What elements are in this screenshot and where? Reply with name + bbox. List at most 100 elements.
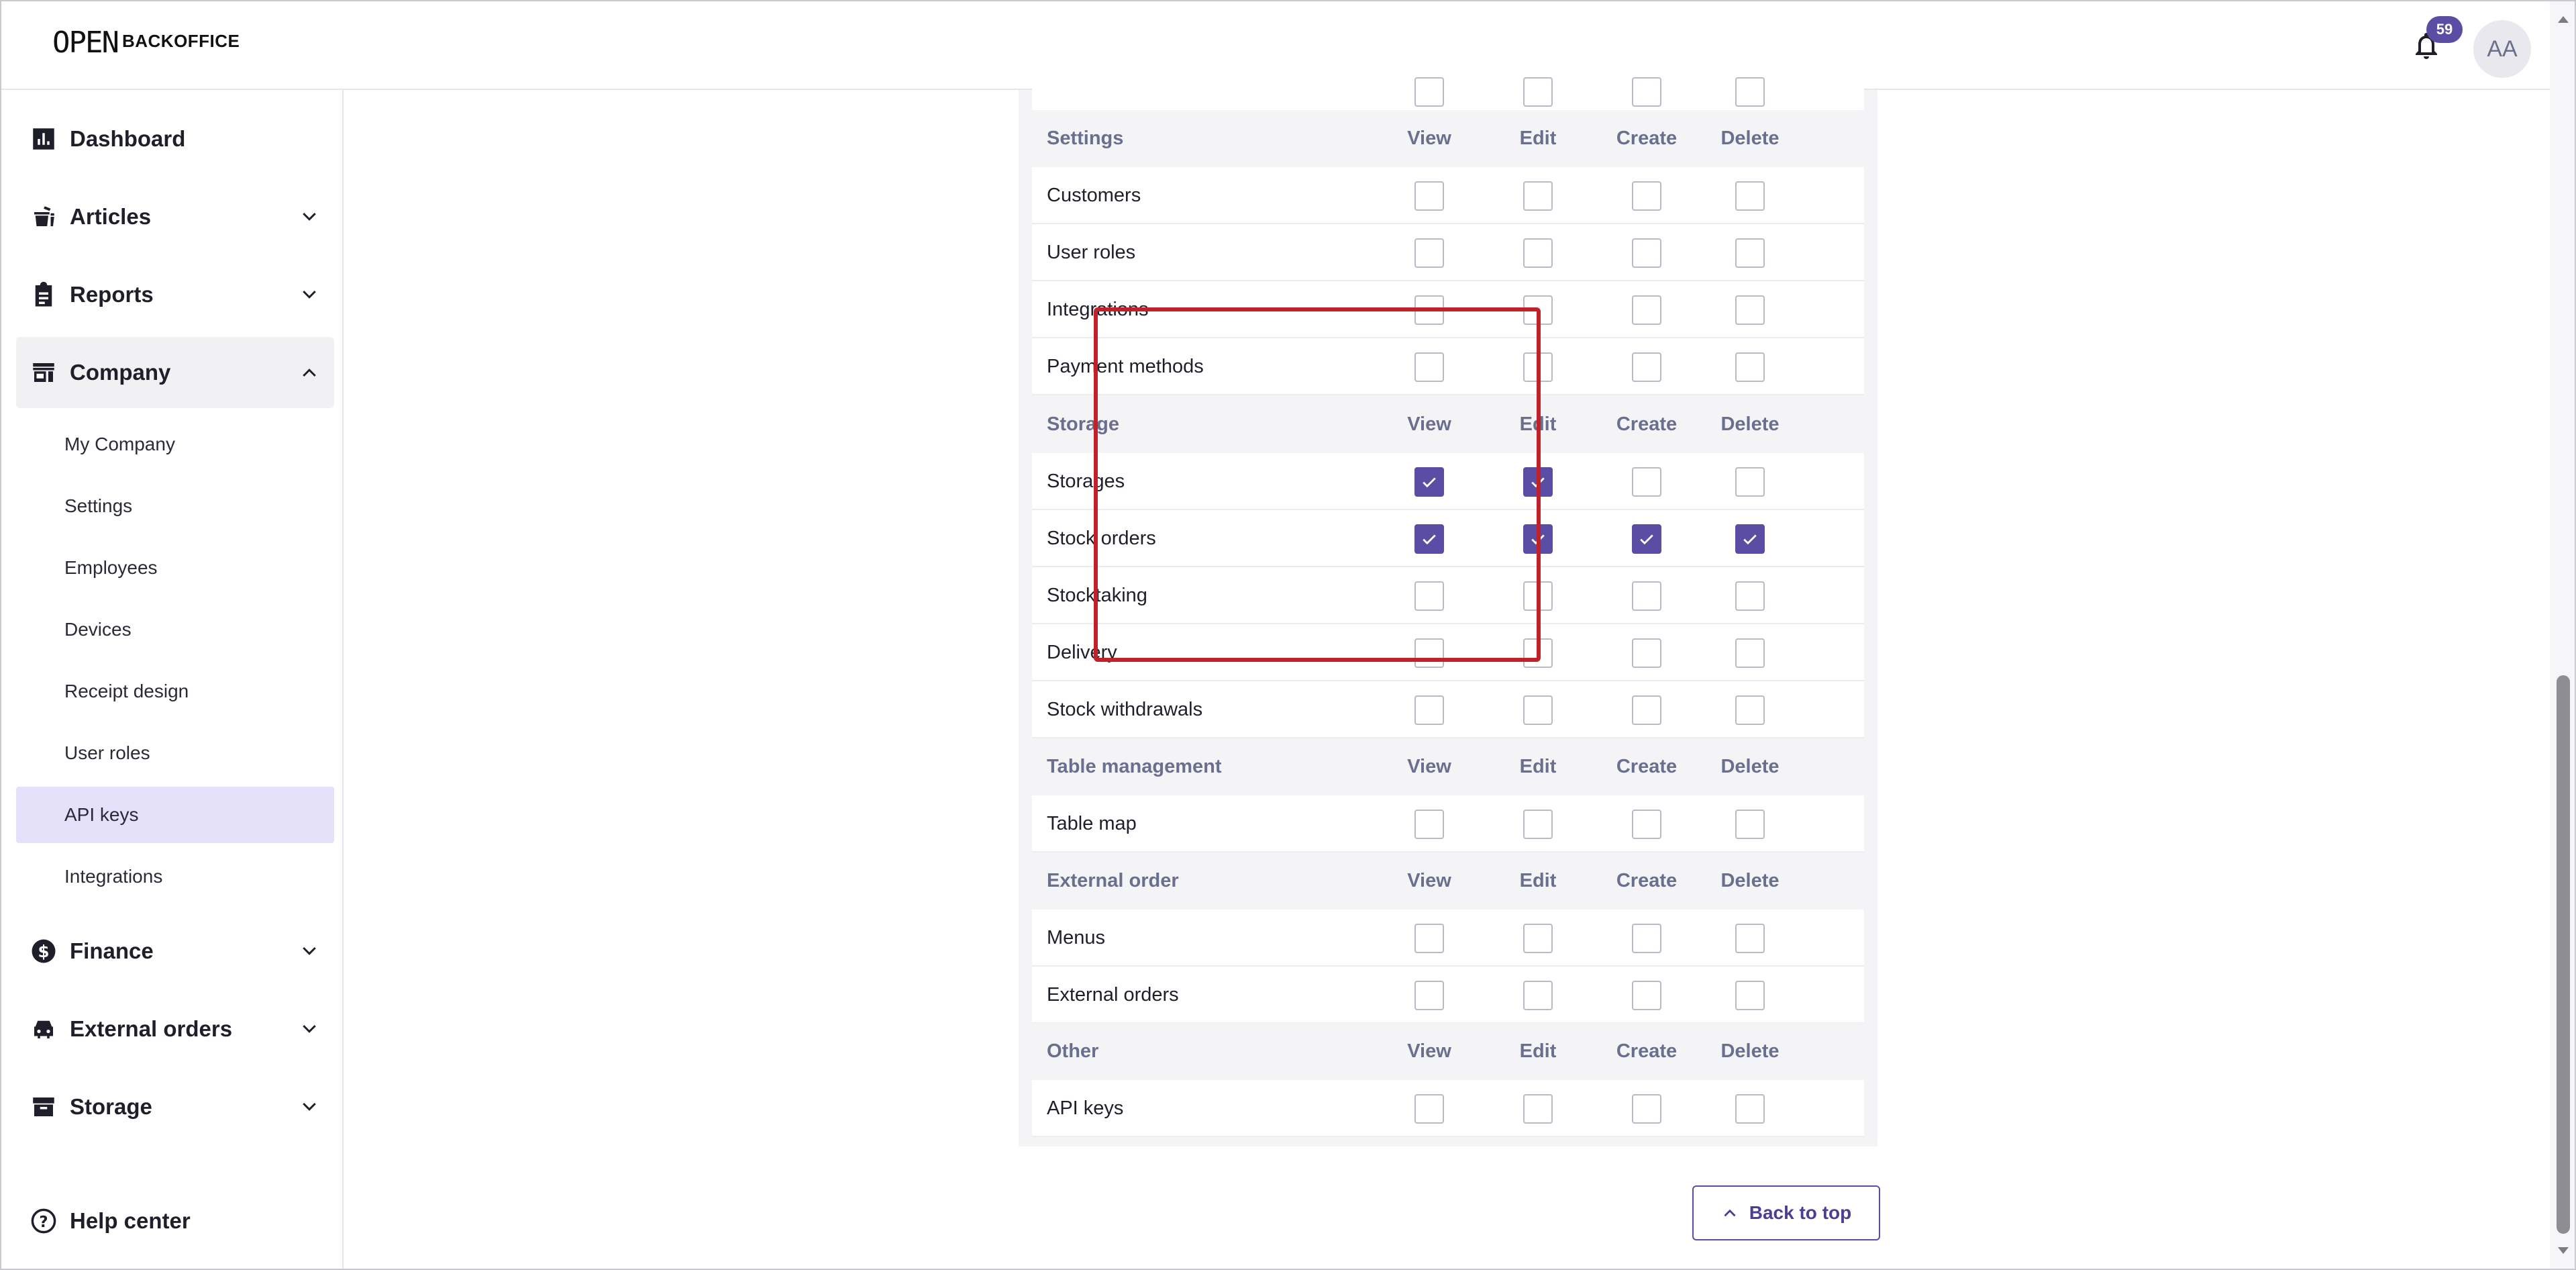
permission-checkbox-delete[interactable]: [1735, 181, 1765, 211]
section-header-storage: Storage View Edit Create Delete: [1032, 396, 1864, 453]
permission-checkbox-view[interactable]: [1414, 695, 1444, 725]
permission-checkbox-view[interactable]: [1414, 181, 1444, 211]
permission-checkbox-edit[interactable]: [1523, 295, 1553, 325]
permission-checkbox-edit[interactable]: [1523, 809, 1553, 839]
sidebar-sub-api-keys[interactable]: API keys: [16, 787, 334, 843]
permission-checkbox[interactable]: [1523, 77, 1553, 107]
permission-name: Delivery: [1047, 642, 1117, 663]
permission-checkbox-delete[interactable]: [1735, 1093, 1765, 1124]
permission-name: User roles: [1047, 242, 1136, 263]
permission-checkbox-edit[interactable]: [1523, 238, 1553, 268]
permission-checkbox-view[interactable]: [1414, 524, 1444, 554]
sidebar-sub-settings[interactable]: Settings: [16, 478, 334, 534]
sidebar-sub-receipt-design[interactable]: Receipt design: [16, 663, 334, 720]
permission-checkbox-view[interactable]: [1414, 980, 1444, 1010]
permission-checkbox-delete[interactable]: [1735, 923, 1765, 953]
help-icon: ?: [31, 1208, 56, 1234]
permission-checkbox-create[interactable]: [1632, 181, 1661, 211]
scrollbar-thumb[interactable]: [2557, 675, 2570, 1234]
permission-checkbox-edit[interactable]: [1523, 638, 1553, 668]
scrollbar[interactable]: [2550, 1, 2575, 1269]
permission-checkbox-view[interactable]: [1414, 638, 1444, 668]
permission-checkbox-view[interactable]: [1414, 1093, 1444, 1124]
permission-checkbox-edit[interactable]: [1523, 1093, 1553, 1124]
permission-checkbox-create[interactable]: [1632, 467, 1661, 497]
sidebar-item-external-orders[interactable]: External orders: [16, 993, 334, 1065]
sidebar-sub-my-company[interactable]: My Company: [16, 416, 334, 473]
back-to-top-button[interactable]: Back to top: [1692, 1185, 1880, 1240]
permission-checkbox-edit[interactable]: [1523, 695, 1553, 725]
sidebar-item-finance[interactable]: $ Finance: [16, 916, 334, 987]
permission-checkbox-create[interactable]: [1632, 809, 1661, 839]
permission-checkbox-create[interactable]: [1632, 695, 1661, 725]
svg-text:?: ?: [39, 1214, 48, 1231]
sidebar-sub-devices[interactable]: Devices: [16, 601, 334, 658]
sidebar-sub-employees[interactable]: Employees: [16, 540, 334, 596]
permission-name: Storages: [1047, 471, 1125, 492]
permission-checkbox[interactable]: [1414, 77, 1444, 107]
permission-checkbox-view[interactable]: [1414, 295, 1444, 325]
permission-checkbox-view[interactable]: [1414, 238, 1444, 268]
sidebar-item-storage[interactable]: Storage: [16, 1071, 334, 1142]
permission-checkbox-delete[interactable]: [1735, 467, 1765, 497]
permission-checkbox-delete[interactable]: [1735, 581, 1765, 611]
permission-checkbox-delete[interactable]: [1735, 238, 1765, 268]
column-header-delete: Delete: [1720, 756, 1780, 777]
permission-checkbox-create[interactable]: [1632, 638, 1661, 668]
permission-checkbox-edit[interactable]: [1523, 352, 1553, 382]
sidebar-item-company[interactable]: Company: [16, 337, 334, 408]
permission-checkbox-delete[interactable]: [1735, 695, 1765, 725]
column-header-edit: Edit: [1519, 870, 1557, 891]
table-row: Menus: [1032, 910, 1864, 967]
permission-checkbox-delete[interactable]: [1735, 809, 1765, 839]
permission-checkbox-edit[interactable]: [1523, 467, 1553, 497]
permission-checkbox-delete[interactable]: [1735, 524, 1765, 554]
permission-checkbox-view[interactable]: [1414, 923, 1444, 953]
sidebar-item-help-center[interactable]: ? Help center: [16, 1185, 334, 1257]
permission-name: Stocktaking: [1047, 585, 1147, 606]
chevron-up-icon: [1724, 1209, 1736, 1217]
permission-checkbox-view[interactable]: [1414, 809, 1444, 839]
permission-checkbox-edit[interactable]: [1523, 581, 1553, 611]
permission-checkbox-view[interactable]: [1414, 581, 1444, 611]
permission-checkbox[interactable]: [1735, 77, 1765, 107]
permission-checkbox-delete[interactable]: [1735, 638, 1765, 668]
permission-checkbox-create[interactable]: [1632, 352, 1661, 382]
permission-checkbox-delete[interactable]: [1735, 352, 1765, 382]
permission-checkbox-create[interactable]: [1632, 1093, 1661, 1124]
store-icon: [33, 363, 54, 382]
scroll-up-arrow-icon[interactable]: [2557, 13, 2570, 27]
avatar[interactable]: AA: [2473, 20, 2531, 78]
table-row: Stock withdrawals: [1032, 681, 1864, 738]
sidebar-sub-integrations[interactable]: Integrations: [16, 848, 334, 905]
permission-checkbox-view[interactable]: [1414, 467, 1444, 497]
column-header-view: View: [1407, 128, 1451, 149]
permission-checkbox-create[interactable]: [1632, 923, 1661, 953]
back-to-top-label: Back to top: [1749, 1202, 1852, 1223]
permission-checkbox-create[interactable]: [1632, 980, 1661, 1010]
permission-checkbox-edit[interactable]: [1523, 980, 1553, 1010]
permission-checkbox-edit[interactable]: [1523, 524, 1553, 554]
sidebar-item-reports[interactable]: Reports: [16, 259, 334, 330]
table-row: Customers: [1032, 167, 1864, 224]
permission-checkbox-edit[interactable]: [1523, 923, 1553, 953]
permission-checkbox-create[interactable]: [1632, 295, 1661, 325]
sidebar-item-articles[interactable]: Articles: [16, 181, 334, 252]
scroll-down-arrow-icon[interactable]: [2557, 1243, 2570, 1257]
permission-checkbox-create[interactable]: [1632, 581, 1661, 611]
logo[interactable]: OPEN BACKOFFICE: [52, 28, 240, 58]
permission-checkbox-delete[interactable]: [1735, 980, 1765, 1010]
permission-checkbox-delete[interactable]: [1735, 295, 1765, 325]
table-row: Payment methods: [1032, 338, 1864, 395]
sidebar-item-dashboard[interactable]: Dashboard: [16, 103, 334, 175]
column-header-create: Create: [1616, 128, 1678, 149]
permission-checkbox-create[interactable]: [1632, 524, 1661, 554]
permission-checkbox[interactable]: [1632, 77, 1661, 107]
sidebar-sub-user-roles[interactable]: User roles: [16, 725, 334, 781]
sidebar-item-label: Finance: [70, 938, 154, 963]
permission-checkbox-create[interactable]: [1632, 238, 1661, 268]
column-header-edit: Edit: [1519, 128, 1557, 149]
permission-checkbox-edit[interactable]: [1523, 181, 1553, 211]
column-header-edit: Edit: [1519, 413, 1557, 435]
permission-checkbox-view[interactable]: [1414, 352, 1444, 382]
